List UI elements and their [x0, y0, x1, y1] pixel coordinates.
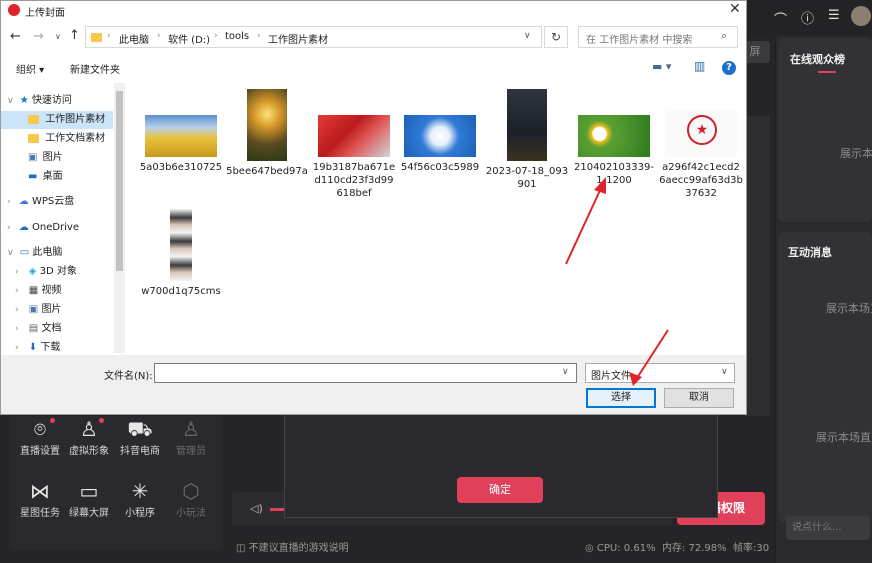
annotation-arrow-file — [565, 177, 606, 265]
annotation-arrows — [565, 177, 669, 386]
annotation-arrow-select — [629, 329, 669, 386]
